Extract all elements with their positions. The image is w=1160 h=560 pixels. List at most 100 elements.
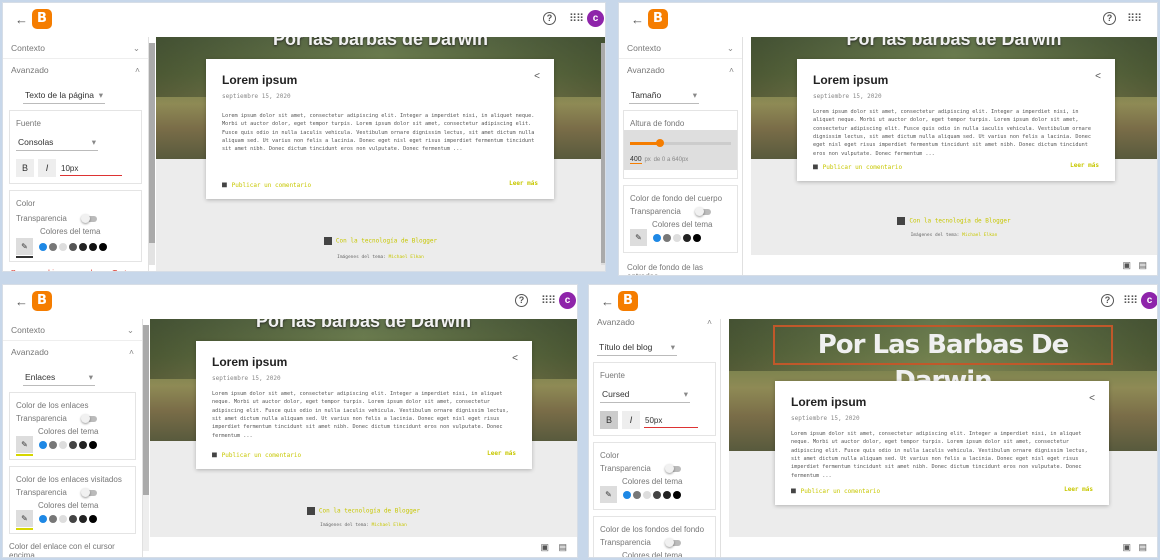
transparency-toggle[interactable] [694,206,711,216]
comment-link[interactable]: Publicar un comentario [813,164,902,171]
save-icon[interactable]: ▤ [558,542,567,553]
read-more-link[interactable]: Leer más [509,180,538,187]
swatch[interactable] [69,242,77,251]
color-picker-icon[interactable]: ✎ [600,486,617,503]
swatch[interactable] [633,490,641,499]
post-title[interactable]: Lorem ipsum [222,73,538,87]
powered-by-link[interactable]: Con la tecnología de Blogger [909,218,1010,225]
swatch[interactable] [89,514,97,523]
blog-title-selected[interactable]: Por las barbas de Darwin [773,325,1113,396]
font-size-input[interactable]: 10px [60,162,122,176]
transparency-toggle[interactable] [80,213,97,223]
transparency-toggle[interactable] [80,487,97,497]
back-arrow-icon[interactable]: ← [601,294,614,309]
transparency-toggle[interactable] [664,463,681,473]
swatch[interactable] [39,440,47,449]
help-icon[interactable]: ? [1103,12,1116,25]
save-icon[interactable]: ▤ [1138,260,1147,271]
swatch[interactable] [653,490,661,499]
swatch[interactable] [49,514,57,523]
swatch[interactable] [59,440,67,449]
share-icon[interactable]: < [512,353,518,364]
sidebar-scrollbar[interactable] [143,325,149,551]
swatch[interactable] [693,233,701,242]
swatch[interactable] [643,490,651,499]
apps-icon[interactable]: ⠿⠿ [1127,12,1142,25]
apps-icon[interactable]: ⠿⠿ [1123,294,1138,307]
back-arrow-icon[interactable]: ← [15,12,28,27]
theme-credit-author[interactable]: Michael Elkan [962,233,997,238]
mobile-view-icon[interactable]: ▣ [1122,260,1131,271]
section-avanzado[interactable]: Avanzado ˄ [3,341,142,363]
transparency-toggle[interactable] [80,413,97,423]
advanced-dropdown[interactable]: Tamaño [629,87,699,104]
avatar[interactable]: c [559,292,576,309]
swatch[interactable] [663,233,671,242]
blog-title[interactable]: Por las barbas de Darwin [751,37,1157,50]
blog-title[interactable]: Por las barbas de Darwin [150,319,577,332]
mobile-view-icon[interactable]: ▣ [1122,542,1131,553]
swatch[interactable] [99,242,107,251]
read-more-link[interactable]: Leer más [1064,486,1093,493]
post-title[interactable]: Lorem ipsum [813,73,1099,87]
swatch[interactable] [79,440,87,449]
font-size-input[interactable]: 50px [644,414,698,428]
help-icon[interactable]: ? [1101,294,1114,307]
swatch[interactable] [623,490,631,499]
powered-by-link[interactable]: Con la tecnología de Blogger [319,508,420,515]
swatch[interactable] [39,514,47,523]
post-title[interactable]: Lorem ipsum [212,355,516,369]
comment-link[interactable]: Publicar un comentario [212,452,301,459]
advanced-dropdown[interactable]: Texto de la página [23,87,105,104]
preview-scrollbar[interactable] [601,43,605,265]
color-picker-icon[interactable]: ✎ [16,238,33,258]
swatch[interactable] [673,490,681,499]
color-picker-icon[interactable]: ✎ [16,436,33,456]
share-icon[interactable]: < [534,71,540,82]
share-icon[interactable]: < [1089,393,1095,404]
swatch[interactable] [663,490,671,499]
transparency-toggle[interactable] [664,537,681,547]
theme-credit-author[interactable]: Michael Elkan [389,255,424,260]
height-slider[interactable] [630,139,731,147]
apps-icon[interactable]: ⠿⠿ [541,294,556,307]
read-more-link[interactable]: Leer más [487,450,516,457]
clear-advanced-link[interactable]: Borrar cambios avanzados en Texto de la … [3,262,148,271]
color-picker-icon[interactable]: ✎ [630,229,647,246]
font-select[interactable]: Cursed [600,386,690,403]
swatch[interactable] [39,242,47,251]
swatch[interactable] [683,233,691,242]
swatch[interactable] [89,242,97,251]
height-input[interactable]: 400 [630,156,642,164]
swatch[interactable] [89,440,97,449]
swatch[interactable] [69,440,77,449]
sidebar-scrollbar[interactable] [149,43,155,265]
help-icon[interactable]: ? [543,12,556,25]
back-arrow-icon[interactable]: ← [631,12,644,27]
comment-link[interactable]: Publicar un comentario [222,182,311,189]
blog-title[interactable]: Por las barbas de Darwin [156,37,605,50]
swatch[interactable] [49,242,57,251]
section-contexto[interactable]: Contexto ⌄ [619,37,742,59]
italic-button[interactable]: I [622,411,640,429]
avatar[interactable]: c [587,10,604,27]
back-arrow-icon[interactable]: ← [15,294,28,309]
color-picker-icon[interactable]: ✎ [16,510,33,530]
swatch[interactable] [59,514,67,523]
section-contexto[interactable]: Contexto ⌄ [3,319,142,341]
mobile-view-icon[interactable]: ▣ [540,542,549,553]
swatch[interactable] [673,233,681,242]
bold-button[interactable]: B [600,411,618,429]
powered-by-link[interactable]: Con la tecnología de Blogger [336,238,437,245]
bold-button[interactable]: B [16,159,34,177]
post-title[interactable]: Lorem ipsum [791,395,1093,409]
font-select[interactable]: Consolas [16,134,98,151]
italic-button[interactable]: I [38,159,56,177]
section-contexto[interactable]: Contexto ⌄ [3,37,148,59]
swatch[interactable] [79,242,87,251]
swatch[interactable] [49,440,57,449]
share-icon[interactable]: < [1095,71,1101,82]
avatar[interactable]: c [1141,292,1157,309]
advanced-dropdown[interactable]: Título del blog [597,339,677,356]
save-icon[interactable]: ▤ [1138,542,1147,553]
